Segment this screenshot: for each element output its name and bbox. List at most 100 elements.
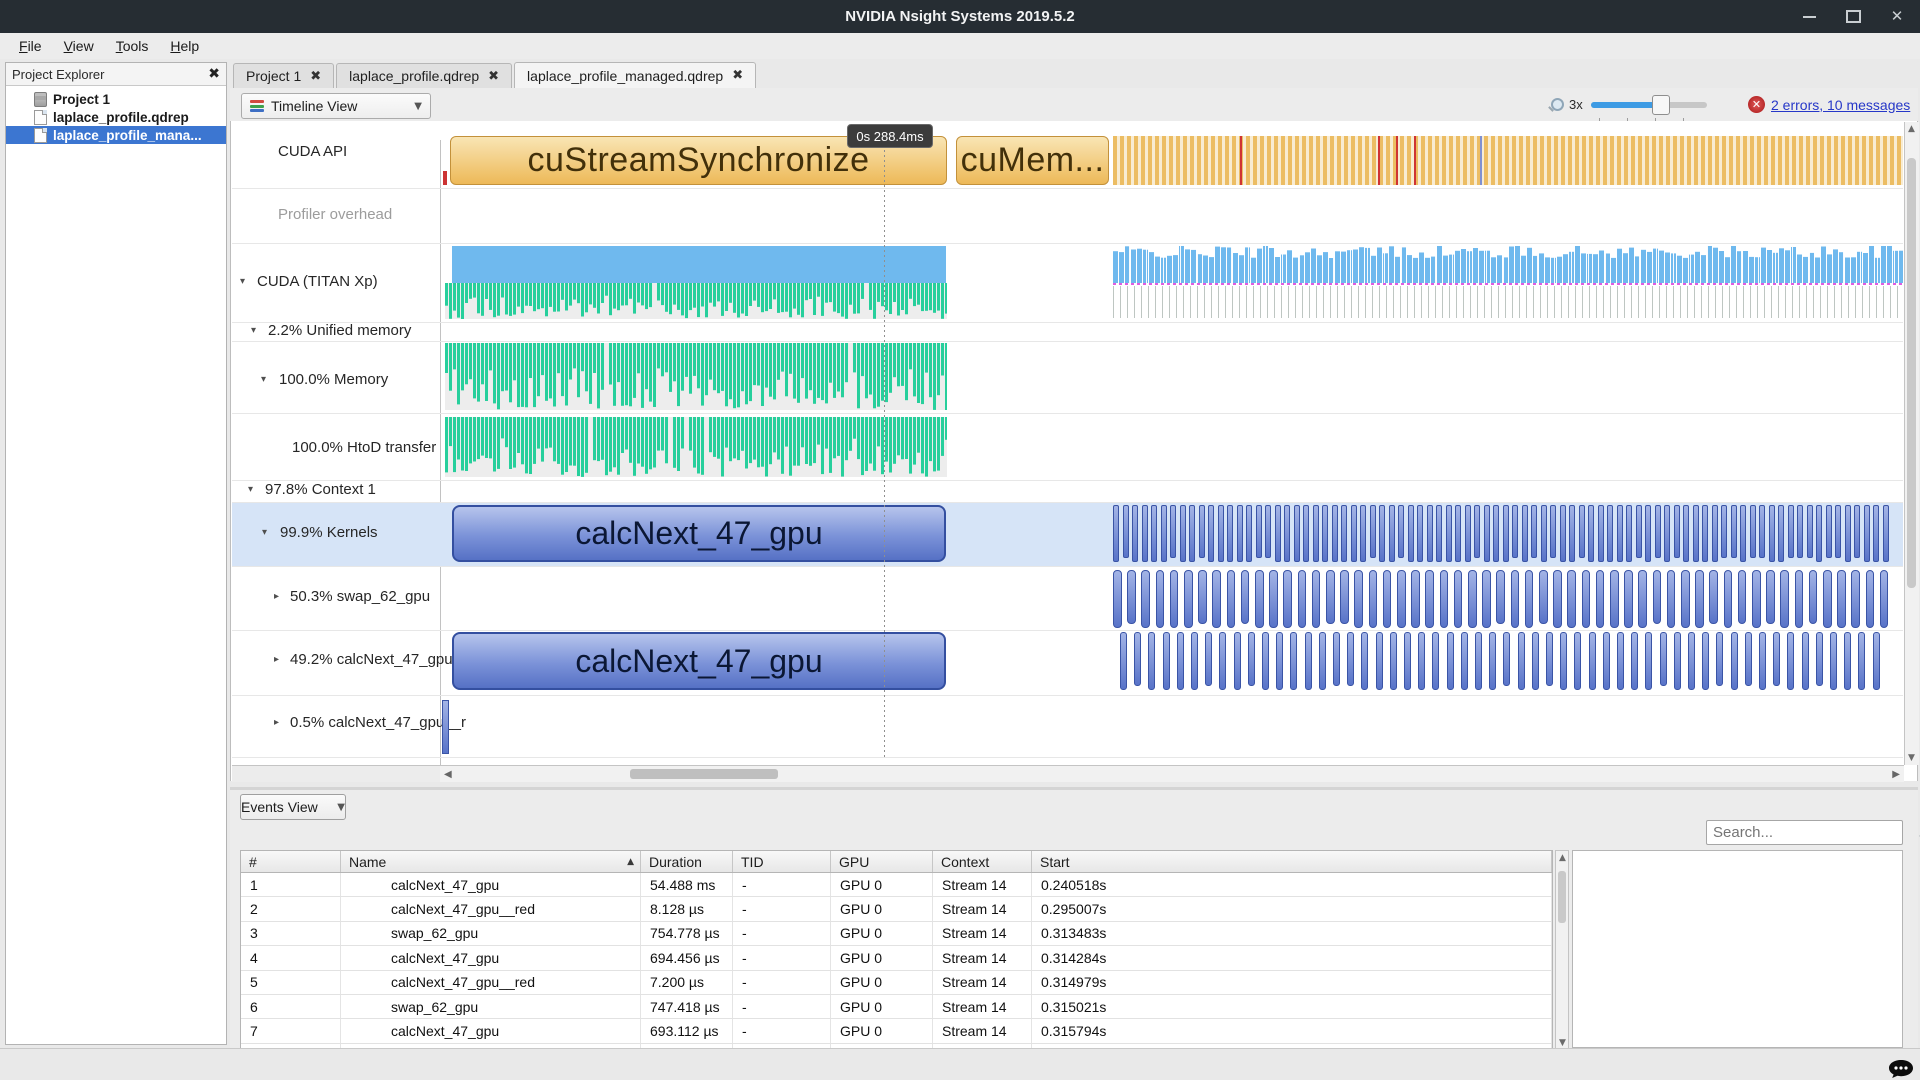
kernel-bar-strip[interactable] [1436,505,1442,562]
swap-kernel-bars[interactable] [1681,570,1690,628]
kernel-bar-strip[interactable] [1835,505,1841,558]
panel-close-icon[interactable]: ✖ [208,66,220,82]
table-row[interactable]: 3swap_62_gpu754.778 µs-GPU 0Stream 140.3… [241,922,1552,946]
swap-kernel-bars[interactable] [1227,570,1236,628]
kernel-bar-strip[interactable] [1180,505,1186,562]
kernel-bar[interactable]: calcNext_47_gpu [452,505,946,562]
errors-messages-link[interactable]: 2 errors, 10 messages [1771,97,1910,113]
kernel-bar-strip[interactable] [1816,505,1822,562]
kernel-bar-strip[interactable] [1151,505,1157,562]
swap-kernel-bars[interactable] [1298,570,1307,628]
kernel-bar-strip[interactable] [1845,505,1851,562]
swap-kernel-bars[interactable] [1141,570,1150,628]
tab-2[interactable]: laplace_profile_managed.qdrep✖ [514,62,756,88]
kernel-bar-strip[interactable] [1607,505,1613,562]
swap-kernel-bars[interactable] [1383,570,1392,628]
table-row[interactable]: 6swap_62_gpu747.418 µs-GPU 0Stream 140.3… [241,995,1552,1019]
timeline-row-label[interactable]: 100.0% HtoD transfer [292,439,436,456]
slider-thumb[interactable] [1652,95,1670,115]
calcnext-kernel-bars[interactable] [1873,632,1880,690]
calcnext-kernel-bars[interactable] [1830,632,1837,690]
column-header-tid[interactable]: TID [733,851,831,872]
calcnext-kernel-bars[interactable] [1347,632,1354,686]
kernel-bar-strip[interactable] [1332,505,1338,562]
calcnext-kernel-bars[interactable] [1645,632,1652,690]
kernel-bar-strip[interactable] [1759,505,1765,558]
row-collapse-icon[interactable]: ▾ [248,484,253,495]
swap-kernel-bars[interactable] [1170,570,1179,628]
row-expand-icon[interactable]: ▸ [274,717,279,728]
swap-kernel-bars[interactable] [1454,570,1463,628]
calcnext-kernel-bars[interactable] [1589,632,1596,690]
scroll-up-icon[interactable]: ▲ [1908,124,1915,134]
timeline-row-label[interactable]: Profiler overhead [278,206,392,223]
tab-close-icon[interactable]: ✖ [732,68,743,83]
kernel-bar-strip[interactable] [1579,505,1585,558]
kernel-bar-strip[interactable] [1493,505,1499,562]
kernel-bar-strip[interactable] [1636,505,1642,558]
menu-file[interactable]: File [10,35,51,57]
swap-kernel-bars[interactable] [1837,570,1846,628]
kernel-bar-strip[interactable] [1265,505,1271,558]
menu-tools[interactable]: Tools [107,35,158,57]
scrollbar-thumb[interactable] [1907,158,1916,588]
kernel-bar-strip[interactable] [1531,505,1537,558]
kernel-bar-strip[interactable] [1237,505,1243,562]
sidebar-item-project[interactable]: Project 1 [6,90,226,108]
swap-kernel-bars[interactable] [1610,570,1619,628]
swap-kernel-bars[interactable] [1127,570,1136,624]
swap-kernel-bars[interactable] [1695,570,1704,628]
table-row[interactable]: 5calcNext_47_gpu__red7.200 µs-GPU 0Strea… [241,971,1552,995]
kernel-bar-strip[interactable] [1123,505,1129,558]
kernel-bar-strip[interactable] [1826,505,1832,558]
kernel-bar-strip[interactable] [1512,505,1518,558]
calcnext-kernel-bars[interactable] [1532,632,1539,690]
calcnext-kernel-bars[interactable] [1518,632,1525,690]
kernel-bar-strip[interactable] [1797,505,1803,558]
kernel-bar-strip[interactable] [1873,505,1879,562]
htod-transfer-chart[interactable] [445,417,947,477]
calcnext-kernel-bars[interactable] [1731,632,1738,690]
timeline-row-label[interactable]: 2.2% Unified memory [268,322,411,339]
kernel-bar-strip[interactable] [1569,505,1575,562]
kernel-bar-strip[interactable] [1284,505,1290,562]
swap-kernel-bars[interactable] [1596,570,1605,628]
calcnext-kernel-bars[interactable] [1745,632,1752,686]
column-header-duration[interactable]: Duration [641,851,733,872]
calcnext-kernel-bars[interactable] [1674,632,1681,690]
kernel-bar-strip[interactable] [1189,505,1195,562]
search-input[interactable] [1707,824,1918,841]
swap-kernel-bars[interactable] [1653,570,1662,624]
calcnext-kernel-bars[interactable] [1418,632,1425,690]
table-row[interactable]: 2calcNext_47_gpu__red8.128 µs-GPU 0Strea… [241,897,1552,921]
timeline-row-label[interactable]: CUDA API [278,143,347,160]
swap-kernel-bars[interactable] [1411,570,1420,628]
minimize-button[interactable] [1800,8,1818,26]
kernel-bar-strip[interactable] [1503,505,1509,562]
kernel-bar-strip[interactable] [1664,505,1670,562]
swap-kernel-bars[interactable] [1866,570,1875,628]
device-memory-chart[interactable] [445,283,947,319]
close-button[interactable]: ✕ [1888,8,1906,26]
swap-kernel-bars[interactable] [1724,570,1733,628]
timeline-row-label[interactable]: 50.3% swap_62_gpu [290,588,430,605]
scroll-down-icon[interactable]: ▼ [1559,1038,1566,1048]
kernel-bar-strip[interactable] [1474,505,1480,558]
calcnext-kernel-bars[interactable] [1376,632,1383,690]
kernel-bar-strip[interactable] [1161,505,1167,562]
column-header-start[interactable]: Start [1032,851,1552,872]
swap-kernel-bars[interactable] [1553,570,1562,628]
kernel-bar-strip[interactable] [1379,505,1385,562]
kernel-bar-strip[interactable] [1360,505,1366,562]
swap-kernel-bars[interactable] [1369,570,1378,628]
swap-kernel-bars[interactable] [1340,570,1349,624]
kernel-bar-strip[interactable] [1455,505,1461,562]
calcnext-kernel-bars[interactable] [1858,632,1865,690]
scroll-left-icon[interactable]: ◀ [444,769,452,780]
kernel-bar-strip[interactable] [1693,505,1699,562]
column-header-gpu[interactable]: GPU [831,851,933,872]
swap-kernel-bars[interactable] [1823,570,1832,628]
swap-kernel-bars[interactable] [1511,570,1520,628]
calcnext-kernel-bars[interactable] [1219,632,1226,690]
swap-kernel-bars[interactable] [1738,570,1747,624]
